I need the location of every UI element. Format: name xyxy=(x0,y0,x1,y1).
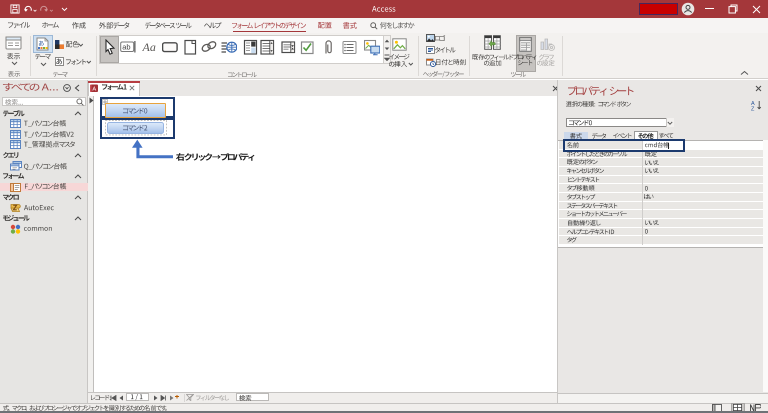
svg-text:ab: ab xyxy=(122,43,130,52)
svg-text:Aa: Aa xyxy=(142,40,156,54)
svg-text:Z: Z xyxy=(751,107,755,112)
